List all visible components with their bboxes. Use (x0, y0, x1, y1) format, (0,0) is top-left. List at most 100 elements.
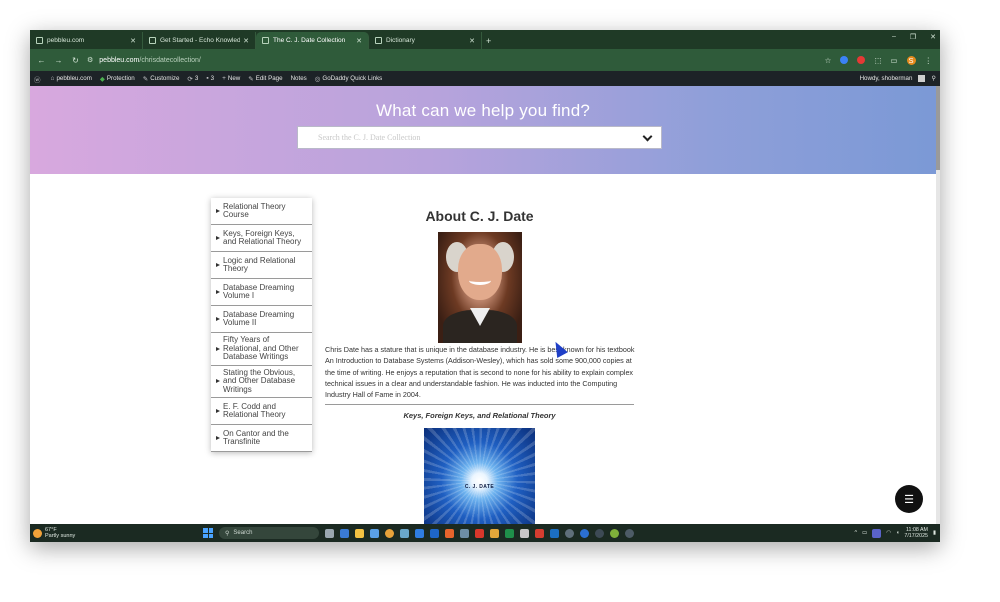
forward-arrow-icon[interactable]: → (53, 56, 64, 65)
shield-icon: ◆ (99, 75, 105, 83)
app-icon[interactable] (610, 528, 619, 538)
table-of-contents-button[interactable]: ☰ (895, 485, 923, 513)
sidebar-item-database-dreaming-1[interactable]: Database Dreaming Volume I (211, 279, 312, 306)
adminbar-godaddy[interactable]: ◎ GoDaddy Quick Links (315, 75, 383, 83)
scrollbar-thumb[interactable] (936, 86, 940, 170)
chevron-up-icon[interactable]: ^ (854, 530, 857, 536)
wp-admin-bar: ⓦ ⌂ pebbleu.com ◆ Protection ✎ Customize ⟳ 3… (30, 71, 940, 86)
plus-icon: + (222, 75, 226, 82)
adminbar-comments[interactable]: ▪ 3 (206, 75, 214, 82)
app-icon[interactable] (595, 528, 604, 538)
adminbar-site[interactable]: ⌂ pebbleu.com (51, 75, 92, 82)
excel-icon[interactable] (505, 528, 514, 538)
sidebar-item-fifty-years[interactable]: Fifty Years of Relational, and Other Dat… (211, 333, 312, 366)
app-icon[interactable] (340, 528, 349, 538)
tab-title: Get Started - Echo Knowledge (160, 37, 241, 44)
notification-icon[interactable]: ▮ (933, 530, 936, 536)
tab-title: Dictionary (386, 37, 415, 44)
close-tab-icon[interactable]: ✕ (243, 37, 249, 45)
bookmark-star-icon[interactable]: ☆ (825, 56, 832, 65)
app-icon[interactable] (460, 528, 469, 538)
list-icon: ☰ (904, 493, 914, 506)
search-icon[interactable]: ⚲ (931, 75, 936, 82)
extensions-puzzle-icon[interactable]: ⬚ (874, 56, 881, 65)
expand-triangle-icon (216, 379, 220, 384)
page-title: About C. J. Date (425, 208, 534, 224)
adminbar-protection[interactable]: ◆ Protection (100, 75, 135, 83)
author-photo (438, 232, 522, 343)
page-scrollbar[interactable] (936, 86, 940, 524)
sidebar-item-codd[interactable]: E. F. Codd and Relational Theory (211, 398, 312, 425)
minimize-icon[interactable]: – (892, 33, 896, 41)
app-icon[interactable] (490, 528, 499, 538)
browser-tab[interactable]: Dictionary ✕ (369, 32, 482, 49)
reload-icon[interactable]: ↻ (70, 56, 81, 65)
sidebar-item-stating-obvious[interactable]: Stating the Obvious, and Other Database … (211, 366, 312, 398)
acrobat-icon[interactable] (475, 528, 484, 538)
volume-icon[interactable]: ◖ (896, 530, 899, 536)
book-cover-image[interactable]: C. J. DATE (424, 428, 535, 524)
close-window-icon[interactable]: ✕ (930, 33, 936, 41)
book-cover-author: C. J. DATE (464, 484, 495, 490)
weather-widget[interactable]: 67°F Partly sunny (33, 527, 203, 539)
adminbar-edit-page[interactable]: ✎ Edit Page (248, 75, 282, 83)
app-icon[interactable] (445, 528, 454, 538)
chrome-icon[interactable] (385, 528, 394, 538)
restore-icon[interactable]: ❐ (910, 33, 916, 41)
windows-start-icon[interactable] (203, 528, 213, 538)
clock-icon[interactable] (565, 528, 574, 538)
tab-title: The C. J. Date Collection (273, 37, 346, 44)
browser-tab-active[interactable]: The C. J. Date Collection ✕ (256, 32, 369, 49)
sidebar-item-relational-theory-course[interactable]: Relational Theory Course (211, 198, 312, 225)
adminbar-account[interactable]: Howdy, shoberman ⚲ (860, 75, 936, 82)
sun-icon (33, 528, 42, 538)
weather-condition: Partly sunny (45, 533, 76, 539)
wordpress-menu[interactable]: ⓦ (34, 74, 43, 84)
sidebar-item-logic-relational[interactable]: Logic and Relational Theory (211, 252, 312, 279)
sidebar-item-keys-foreign-keys[interactable]: Keys, Foreign Keys, and Relational Theor… (211, 225, 312, 252)
new-tab-plus-icon[interactable]: + (482, 36, 497, 49)
sidebar-item-cantor[interactable]: On Cantor and the Transfinite (211, 425, 312, 452)
app-icon[interactable] (370, 528, 379, 538)
wifi-icon[interactable]: ◠ (886, 530, 891, 536)
app-icon[interactable] (625, 528, 634, 538)
reading-mode-icon[interactable]: ▭ (890, 56, 897, 65)
adminbar-customize[interactable]: ✎ Customize (143, 75, 180, 83)
file-explorer-icon[interactable] (355, 528, 364, 538)
close-tab-icon[interactable]: ✕ (356, 37, 362, 45)
collection-search[interactable] (297, 126, 662, 149)
menu-kebab-icon[interactable]: ⋮ (925, 56, 933, 65)
extension-icon[interactable] (840, 56, 849, 64)
browser-tab[interactable]: Get Started - Echo Knowledge ✕ (143, 32, 256, 49)
clock[interactable]: 11:08 AM 7/17/2025 (904, 527, 928, 540)
address-bar[interactable]: pebbleu.com/chrisdatecollection/ (99, 53, 824, 68)
browser-tab[interactable]: pebbleu.com ✕ (30, 32, 143, 49)
task-view-icon[interactable] (325, 528, 334, 538)
site-info-icon[interactable]: ⚙ (87, 56, 93, 64)
profile-avatar[interactable]: S (906, 55, 916, 65)
outlook-icon[interactable] (550, 528, 559, 538)
expand-triangle-icon (216, 436, 220, 440)
extension-icon[interactable] (857, 56, 866, 64)
taskbar-search[interactable]: ⚲ Search (219, 527, 319, 539)
close-tab-icon[interactable]: ✕ (469, 37, 475, 45)
app-icon[interactable] (535, 528, 544, 538)
screenshot-frame: pebbleu.com ✕ Get Started - Echo Knowled… (30, 30, 940, 542)
word-icon[interactable] (430, 528, 439, 538)
tray-icon[interactable]: ▭ (862, 530, 867, 536)
app-icon[interactable] (415, 528, 424, 538)
microphone-icon[interactable] (872, 528, 882, 538)
chevron-down-icon[interactable] (642, 131, 653, 141)
app-icon[interactable] (400, 528, 409, 538)
expand-triangle-icon (216, 346, 220, 351)
sidebar-item-database-dreaming-2[interactable]: Database Dreaming Volume II (211, 306, 312, 333)
adminbar-notes[interactable]: Notes (291, 75, 307, 82)
close-tab-icon[interactable]: ✕ (130, 37, 136, 45)
app-icon[interactable] (580, 528, 589, 538)
url-path: /chrisdatecollection/ (139, 56, 201, 64)
search-input[interactable] (318, 133, 644, 142)
app-icon[interactable] (520, 528, 529, 538)
adminbar-updates[interactable]: ⟳ 3 (187, 75, 198, 83)
adminbar-new[interactable]: + New (222, 75, 240, 82)
back-arrow-icon[interactable]: ← (36, 56, 47, 65)
